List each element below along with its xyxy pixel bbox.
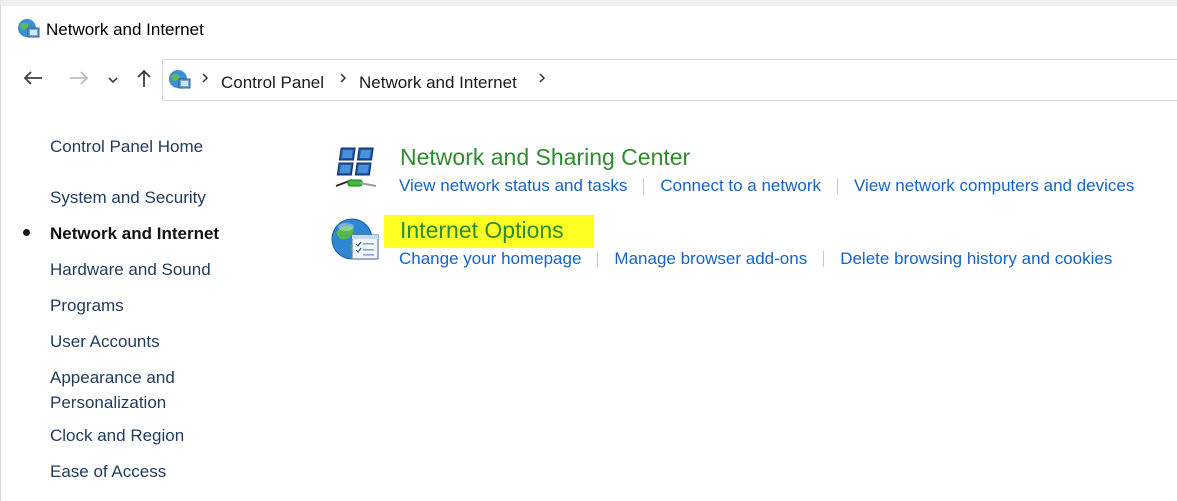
sidebar-item-control-panel-home[interactable]: Control Panel Home xyxy=(50,134,203,159)
sidebar-item-appearance-line-1[interactable]: Appearance and xyxy=(50,365,175,390)
sidebar-item-user-accounts[interactable]: User Accounts xyxy=(50,329,160,354)
internet-options-icon[interactable] xyxy=(330,215,380,265)
sidebar-item-programs[interactable]: Programs xyxy=(50,293,124,318)
sidebar-item-system-and-security[interactable]: System and Security xyxy=(50,185,206,210)
breadcrumb-separator-icon[interactable] xyxy=(339,71,351,89)
back-button[interactable] xyxy=(18,66,48,94)
breadcrumb-separator-icon[interactable] xyxy=(538,71,550,89)
internet-options-link[interactable]: Internet Options xyxy=(384,215,594,248)
address-bar[interactable]: Control Panel Network and Internet xyxy=(162,59,1177,101)
forward-arrow-icon xyxy=(68,70,90,91)
change-homepage-link[interactable]: Change your homepage xyxy=(399,249,581,269)
breadcrumb-network-and-internet[interactable]: Network and Internet xyxy=(359,73,517,93)
navigation-bar: Control Panel Network and Internet xyxy=(0,56,1177,104)
network-sharing-tasks: View network status and tasks Connect to… xyxy=(399,176,1134,196)
sidebar-item-network-and-internet: Network and Internet xyxy=(50,224,220,243)
forward-button[interactable] xyxy=(64,66,94,94)
up-button[interactable] xyxy=(130,66,158,94)
breadcrumb-separator-icon[interactable] xyxy=(201,71,213,89)
window-title: Network and Internet xyxy=(46,20,204,39)
internet-options-tasks: Change your homepage Manage browser add-… xyxy=(399,249,1112,269)
task-divider xyxy=(837,178,839,194)
connect-to-network-link[interactable]: Connect to a network xyxy=(660,176,821,196)
task-divider xyxy=(823,251,825,267)
delete-browsing-history-link[interactable]: Delete browsing history and cookies xyxy=(840,249,1112,269)
recent-locations-button[interactable] xyxy=(104,66,122,94)
sidebar: Control Panel Home System and Security N… xyxy=(0,104,300,501)
control-panel-network-icon xyxy=(16,17,40,39)
network-and-sharing-center-link[interactable]: Network and Sharing Center xyxy=(400,144,690,171)
view-network-status-link[interactable]: View network status and tasks xyxy=(399,176,627,196)
sidebar-item-clock-and-region[interactable]: Clock and Region xyxy=(50,423,184,448)
manage-browser-addons-link[interactable]: Manage browser add-ons xyxy=(614,249,807,269)
network-sharing-icon[interactable] xyxy=(330,142,380,192)
current-item-bullet xyxy=(23,229,30,236)
view-network-computers-link[interactable]: View network computers and devices xyxy=(854,176,1134,196)
up-arrow-icon xyxy=(136,68,152,93)
chevron-down-icon xyxy=(108,71,118,89)
sidebar-item-ease-of-access[interactable]: Ease of Access xyxy=(50,459,166,484)
task-divider xyxy=(597,251,599,267)
sidebar-item-appearance-line-2[interactable]: Personalization xyxy=(50,390,166,415)
task-divider xyxy=(643,178,645,194)
back-arrow-icon xyxy=(22,70,44,91)
sidebar-item-hardware-and-sound[interactable]: Hardware and Sound xyxy=(50,257,211,282)
title-bar: Network and Internet xyxy=(0,6,1177,56)
breadcrumb-control-panel[interactable]: Control Panel xyxy=(221,73,324,93)
control-panel-network-icon xyxy=(167,68,191,90)
